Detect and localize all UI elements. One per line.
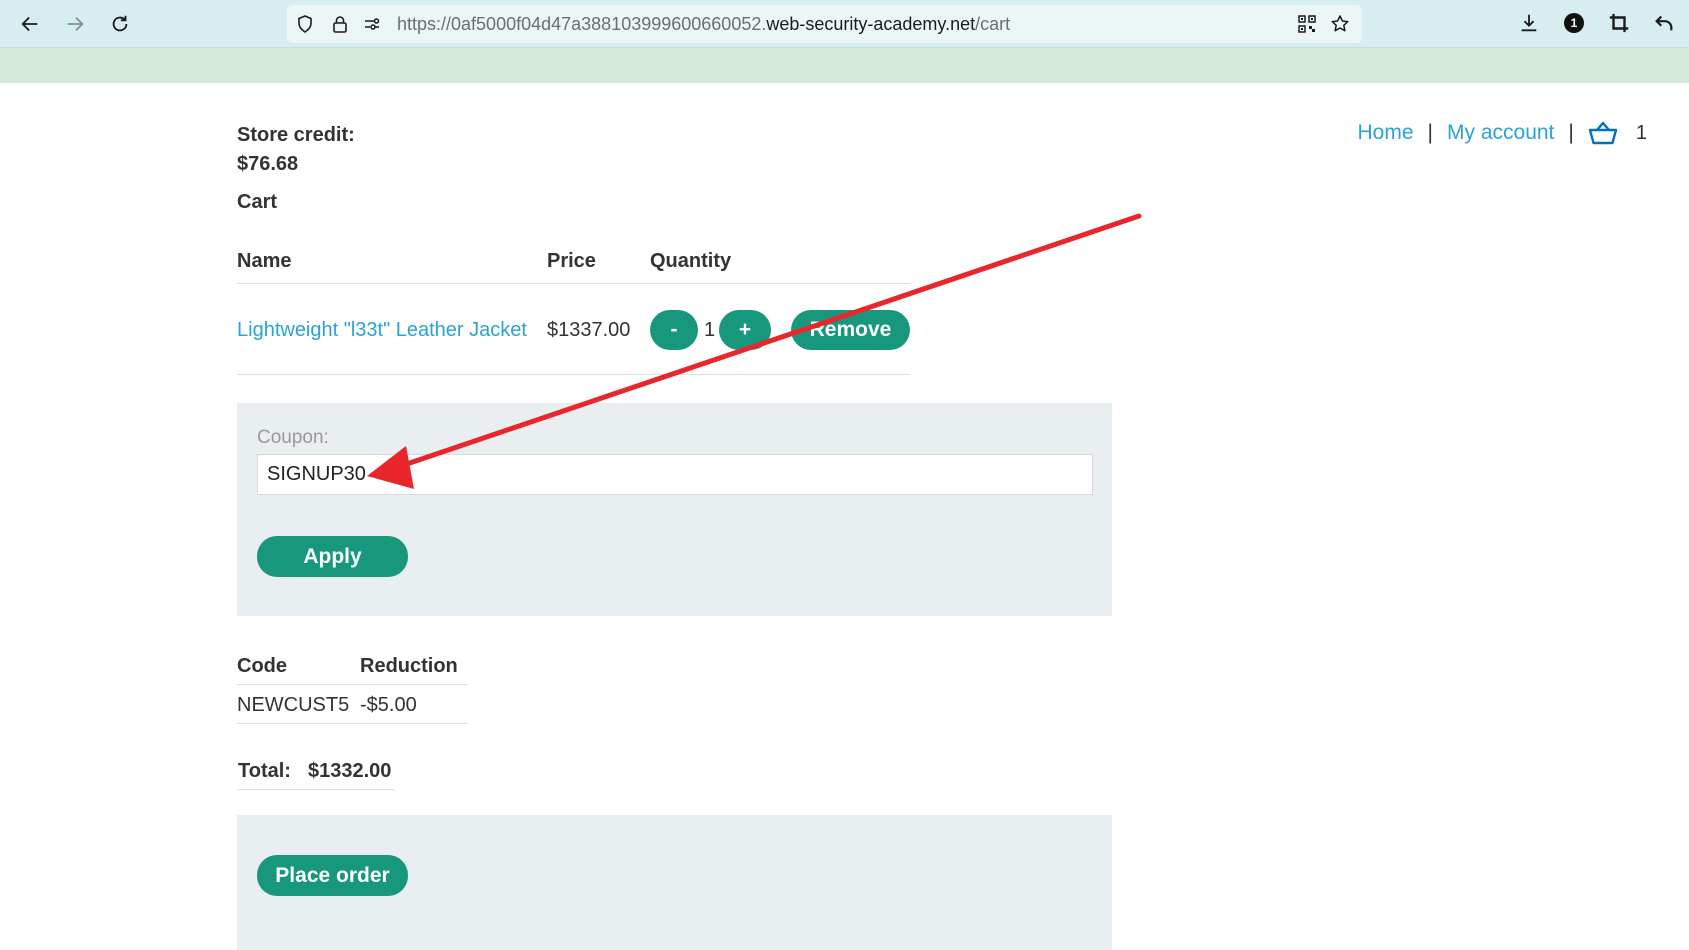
url-text[interactable]: https://0af5000f04d47a388103999600660052…	[397, 5, 1010, 43]
shield-icon[interactable]	[295, 14, 315, 34]
coupon-code: NEWCUST5	[237, 694, 350, 716]
site-permissions-icon[interactable]	[362, 14, 382, 34]
reduction-amount: -$5.00	[360, 694, 417, 716]
back-arrow-icon	[21, 16, 38, 32]
download-icon	[1521, 14, 1537, 32]
table-row: NEWCUST5 -$5.00	[237, 685, 468, 724]
reduction-table-header: Code Reduction	[237, 646, 468, 685]
column-code: Code	[237, 655, 287, 677]
decrease-quantity-button[interactable]: -	[650, 310, 698, 350]
my-account-link[interactable]: My account	[1447, 121, 1554, 145]
store-credit-label: Store credit:	[237, 124, 355, 146]
table-row: Lightweight "l33t" Leather Jacket $1337.…	[237, 284, 910, 375]
back-button[interactable]	[16, 10, 44, 38]
shopping-basket-icon[interactable]	[1588, 120, 1618, 146]
reduction-table: Code Reduction NEWCUST5 -$5.00	[237, 646, 468, 724]
place-order-form: Place order	[237, 815, 1112, 950]
reload-button[interactable]	[106, 10, 134, 38]
lock-icon[interactable]	[330, 14, 350, 34]
cart-count: 1	[1635, 121, 1647, 144]
top-navigation: Home | My account | 1	[1358, 120, 1647, 146]
nav-separator: |	[1427, 121, 1434, 144]
url-prefix: https://0af5000f04d47a388103999600660052…	[397, 14, 767, 34]
forward-button[interactable]	[61, 10, 89, 38]
store-credit-value: $76.68	[237, 153, 299, 175]
extension-badge-icon: 1	[1564, 13, 1584, 33]
store-credit: Store credit: $76.68	[237, 121, 437, 179]
increase-quantity-button[interactable]: +	[719, 310, 771, 350]
bookmark-star-icon[interactable]	[1330, 14, 1350, 34]
qr-code-icon[interactable]	[1297, 14, 1317, 34]
nav-separator: |	[1568, 121, 1574, 144]
cart-table-header: Name Price Quantity	[237, 238, 910, 284]
undo-button[interactable]	[1652, 11, 1676, 35]
downloads-button[interactable]	[1517, 11, 1541, 35]
url-path: /cart	[975, 14, 1011, 34]
browser-toolbar: https://0af5000f04d47a388103999600660052…	[0, 0, 1689, 48]
order-total: Total: $1332.00	[237, 750, 394, 790]
address-bar[interactable]: https://0af5000f04d47a388103999600660052…	[287, 5, 1362, 43]
column-reduction: Reduction	[360, 655, 458, 677]
extension-button[interactable]: 1	[1562, 11, 1586, 35]
column-price: Price	[547, 250, 596, 272]
total-label: Total:	[238, 760, 291, 782]
coupon-label: Coupon:	[257, 427, 329, 448]
product-link[interactable]: Lightweight "l33t" Leather Jacket	[237, 319, 527, 342]
forward-arrow-icon	[67, 16, 84, 32]
cart-heading: Cart	[237, 191, 278, 213]
column-name: Name	[237, 250, 292, 272]
cart-table: Name Price Quantity Lightweight "l33t" L…	[237, 238, 910, 375]
cart-page: Store credit: $76.68 Home | My account |…	[0, 83, 1689, 950]
crop-icon	[1609, 13, 1629, 33]
total-value: $1332.00	[308, 760, 392, 782]
coupon-input[interactable]: SIGNUP30	[257, 454, 1093, 495]
quantity-value: 1	[704, 319, 716, 341]
home-link[interactable]: Home	[1358, 121, 1414, 145]
coupon-form: Coupon: SIGNUP30 Apply	[237, 403, 1112, 616]
place-order-button[interactable]: Place order	[257, 855, 408, 896]
column-quantity: Quantity	[650, 250, 732, 272]
reload-icon	[112, 15, 128, 32]
product-price: $1337.00	[547, 319, 631, 341]
url-host: web-security-academy.net	[766, 14, 976, 34]
apply-coupon-button[interactable]: Apply	[257, 536, 408, 577]
undo-arrow-icon	[1655, 15, 1673, 31]
lab-status-banner	[0, 48, 1689, 83]
crop-tool-button[interactable]	[1607, 11, 1631, 35]
remove-button[interactable]: Remove	[791, 310, 910, 350]
